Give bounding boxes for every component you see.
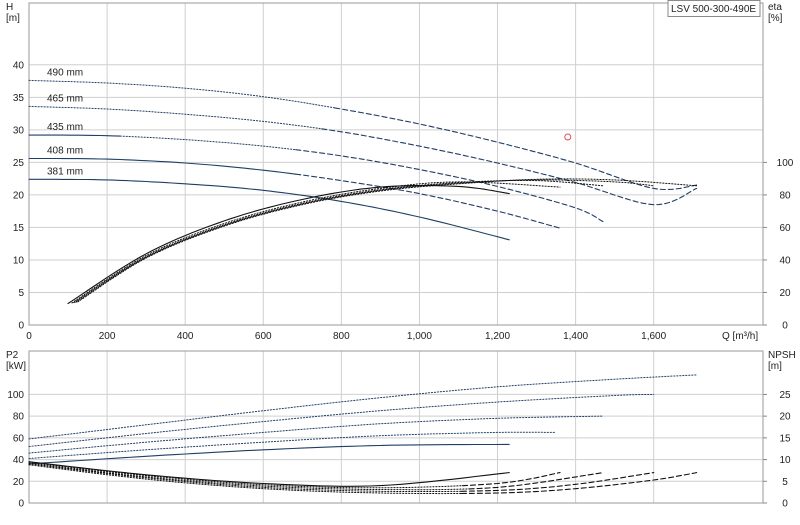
pump-performance-chart: 0 5 10 15 20 25 30 35 40 H [m] eta [%] 0 20 40 60 80 100 0 2… <box>0 0 800 520</box>
npsh-tick-label: 25 <box>779 390 791 401</box>
head-curve-label: 490 mm <box>47 67 83 78</box>
npsh-tick-label: 15 <box>779 433 791 444</box>
power-ylabel-left-line: P2 <box>6 350 19 361</box>
head-ylabel-right: eta[%] <box>768 2 783 24</box>
head-ytick-label: 40 <box>13 60 25 71</box>
head-ylabel-left: H[m] <box>6 2 20 24</box>
head-curve-label: 381 mm <box>47 166 83 177</box>
eta-tick-label: 20 <box>779 288 791 299</box>
head-curve-label: 408 mm <box>47 145 83 156</box>
head-ytick-label: 10 <box>13 255 25 266</box>
xtick-label: 600 <box>255 331 272 342</box>
npsh-tick-label: 5 <box>782 477 788 488</box>
head-ytick-label: 15 <box>13 223 25 234</box>
xtick-label: 1,400 <box>563 331 588 342</box>
eta-tick-label: 0 <box>782 321 788 332</box>
head-ytick-label: 0 <box>18 321 24 332</box>
power-ylabel-left: P2[kW] <box>6 350 26 372</box>
head-ytick-label: 5 <box>18 288 24 299</box>
npsh-tick-label: 20 <box>779 412 791 423</box>
xtick-label: 400 <box>177 331 194 342</box>
power-ylabel-right-line: NPSH <box>768 350 796 361</box>
xtick-label: 1,600 <box>641 331 666 342</box>
xtick-label: 800 <box>333 331 350 342</box>
xtick-label: 0 <box>26 331 32 342</box>
power-ytick-label: 80 <box>13 412 25 423</box>
eta-tick-label: 80 <box>779 190 791 201</box>
head-curve-label: 435 mm <box>47 122 83 133</box>
chart-title-box: LSV 500-300-490E <box>667 0 761 17</box>
npsh-tick-label: 0 <box>782 499 788 510</box>
chart-title: LSV 500-300-490E <box>671 4 756 15</box>
power-ytick-label: 100 <box>7 390 24 401</box>
head-ytick-label: 20 <box>13 190 25 201</box>
xtick-label: 200 <box>99 331 116 342</box>
x-axis-label: Q [m³/h] <box>722 331 758 342</box>
eta-tick-label: 40 <box>779 255 791 266</box>
eta-tick-label: 60 <box>779 223 791 234</box>
head-ytick-label: 30 <box>13 125 25 136</box>
chart-canvas: 0510152025303540H[m]eta[%]0204060801000 2… <box>6 0 796 510</box>
xtick-label: 1,200 <box>485 331 510 342</box>
head-ylabel-right-line: [%] <box>768 13 783 24</box>
power-ytick-label: 20 <box>13 477 25 488</box>
power-ylabel-right: NPSH[m] <box>768 350 796 372</box>
head-ylabel-left-line: H <box>6 2 13 13</box>
head-plot-area <box>29 3 763 325</box>
npsh-tick-label: 10 <box>779 455 791 466</box>
power-ytick-label: 40 <box>13 455 25 466</box>
xtick-label: 1,000 <box>407 331 432 342</box>
head-ytick-label: 25 <box>13 158 25 169</box>
power-ytick-label: 0 <box>18 499 24 510</box>
head-ytick-label: 35 <box>13 93 25 104</box>
power-ylabel-right-line: [m] <box>768 361 782 372</box>
head-ylabel-right-line: eta <box>768 2 782 13</box>
power-ylabel-left-line: [kW] <box>6 361 26 372</box>
head-curve-label: 465 mm <box>47 93 83 104</box>
power-ytick-label: 60 <box>13 433 25 444</box>
eta-tick-label: 100 <box>777 158 794 169</box>
head-ylabel-left-line: [m] <box>6 13 20 24</box>
